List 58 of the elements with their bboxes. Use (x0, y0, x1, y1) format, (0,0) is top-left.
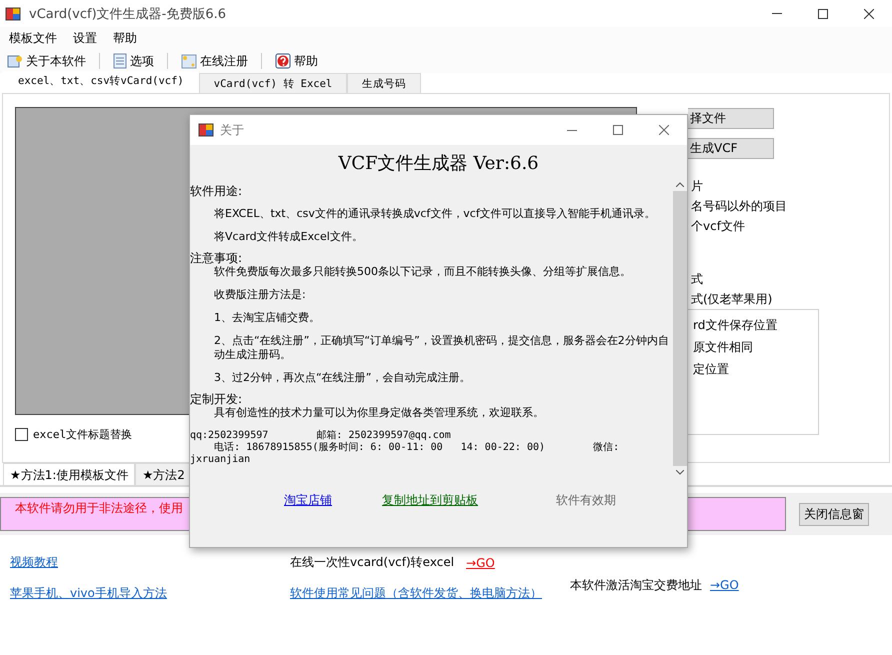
menu-item[interactable]: 设置 (67, 28, 103, 48)
tab[interactable]: ★方法1:使用模板文件 (3, 463, 136, 485)
scroll-up-icon[interactable] (676, 182, 684, 187)
faq-link[interactable]: 软件使用常见问题（含软件发货、换电脑方法） (290, 585, 542, 602)
star-card-icon (181, 53, 197, 69)
info-card-icon (7, 53, 23, 69)
option-label: 定位置 (692, 361, 730, 378)
paragraph: 具有创造性的技术力量可以为你里身定做各类管理系统，欢迎联系。 (213, 406, 545, 420)
contact-info: qq:2502399597 邮箱: 2502399597@qq.com 电话: 18678915855(服务时间: 6: 00-11: 00 14: 00-22: 00) 微信: jxruanjian (190, 430, 620, 466)
toolbar-button[interactable]: 选项 (110, 52, 157, 70)
action-button[interactable]: 择文件 (688, 108, 774, 129)
checkbox[interactable] (15, 428, 28, 441)
paragraph: 1、去淘宝店铺交费。 (213, 311, 321, 325)
toolbar-button[interactable]: 在线注册 (178, 52, 251, 70)
tab[interactable]: vCard(vcf) 转 Excel (198, 73, 348, 93)
toolbar-button[interactable]: 帮助 (272, 52, 321, 70)
paragraph: 收费版注册方法是: (213, 288, 307, 302)
checkbox-label: excel文件标题替换 (33, 427, 132, 442)
dialog-heading: VCF文件生成器 Ver:6.6 (337, 152, 540, 176)
group-title: rd文件保存位置 (692, 317, 778, 334)
section-heading: 软件用途: (190, 184, 244, 198)
list-icon (113, 53, 127, 69)
section-heading: 注意事项: (190, 251, 244, 265)
close-info-button[interactable]: 关闭信息窗 (799, 502, 869, 526)
scroll-down-icon[interactable] (676, 470, 684, 475)
section-heading: 定制开发: (190, 392, 244, 406)
window-title: vCard(vcf)文件生成器-免费版6.6 (29, 6, 228, 22)
app-icon (5, 6, 21, 22)
activate-text: 本软件激活淘宝交费地址 (570, 576, 702, 594)
tab[interactable]: 生成号码 (347, 73, 422, 93)
tab[interactable]: ★方法2 (135, 463, 192, 485)
maximize-icon[interactable] (818, 8, 828, 18)
online-convert-text: 在线一次性vcard(vcf)转excel (290, 554, 454, 571)
help-icon (275, 53, 291, 69)
go-link[interactable]: →GO (466, 556, 495, 570)
option-label: 式 (690, 271, 704, 288)
paragraph: 2、点击“在线注册”，正确填写“订单编号”，设置换机密码，提交信息，服务器会在2分钟内自动生成注册码。 (213, 334, 670, 362)
option-label: 个vcf文件 (690, 218, 746, 235)
close-icon[interactable] (864, 8, 874, 18)
menu-item[interactable]: 帮助 (107, 28, 143, 48)
tutorial-link[interactable]: 视频教程 (10, 554, 58, 571)
maximize-icon[interactable] (613, 125, 623, 135)
paragraph: 将Vcard文件转成Excel文件。 (213, 230, 364, 244)
menu-item[interactable]: 模板文件 (3, 28, 63, 48)
action-button[interactable]: 生成VCF (688, 138, 774, 159)
dialog-title: 关于 (220, 122, 245, 138)
paragraph: 将EXCEL、txt、csv文件的通讯录转换成vcf文件，vcf文件可以直接导入智能手机通讯录。 (213, 207, 657, 221)
option-label: 式(仅老苹果用) (690, 291, 772, 308)
toolbar-button[interactable]: 关于本软件 (4, 52, 89, 70)
import-guide-link[interactable]: 苹果手机、vivo手机导入方法 (10, 585, 167, 602)
go-link[interactable]: →GO (710, 578, 739, 592)
app-icon (198, 122, 214, 138)
option-label: 原文件相同 (692, 339, 754, 356)
option-label: 名号码以外的项目 (690, 198, 787, 215)
option-label: 片 (690, 178, 704, 195)
paragraph: 3、过2分钟，再次点“在线注册”，会自动完成注册。 (213, 371, 472, 385)
close-icon[interactable] (659, 125, 669, 135)
paragraph: 软件免费版每次最多只能转换500条以下记录，而且不能转换头像、分组等扩展信息。 (213, 265, 632, 279)
